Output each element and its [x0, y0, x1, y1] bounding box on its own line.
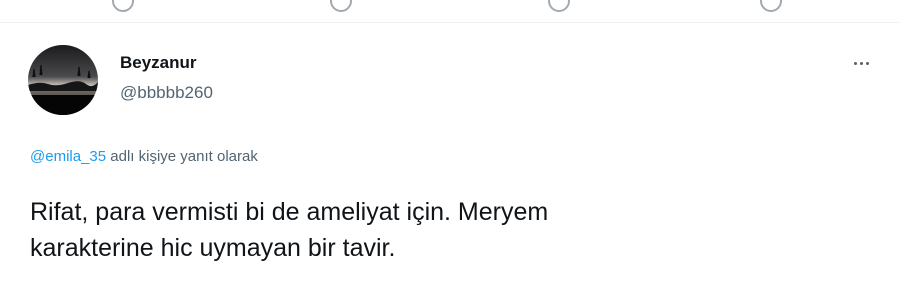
more-options-dot — [859, 61, 863, 65]
tweet-text: Rifat, para vermisti bi de ameliyat için… — [30, 194, 860, 266]
username-handle[interactable]: @bbbbb260 — [120, 83, 213, 103]
reply-icon[interactable] — [112, 0, 134, 12]
avatar[interactable] — [28, 45, 98, 115]
reply-context-text: adlı kişiye yanıt olarak — [110, 148, 258, 165]
display-name[interactable]: Beyzanur — [120, 53, 197, 73]
reply-context: @emila_35 adlı kişiye yanıt olarak — [30, 148, 258, 165]
more-options-button[interactable] — [846, 51, 876, 75]
top-action-bar-cutoff — [0, 0, 900, 23]
retweet-icon[interactable] — [330, 0, 352, 12]
tweet-text-line: karakterine hic uymayan bir tavir. — [30, 234, 396, 262]
more-options-dot — [865, 61, 869, 65]
reply-mention-link[interactable]: @emila_35 — [30, 148, 106, 165]
avatar-image — [28, 45, 98, 115]
share-icon[interactable] — [760, 0, 782, 12]
tweet-text-line: Rifat, para vermisti bi de ameliyat için… — [30, 198, 549, 226]
more-options-icon — [853, 61, 857, 65]
like-icon[interactable] — [548, 0, 570, 12]
